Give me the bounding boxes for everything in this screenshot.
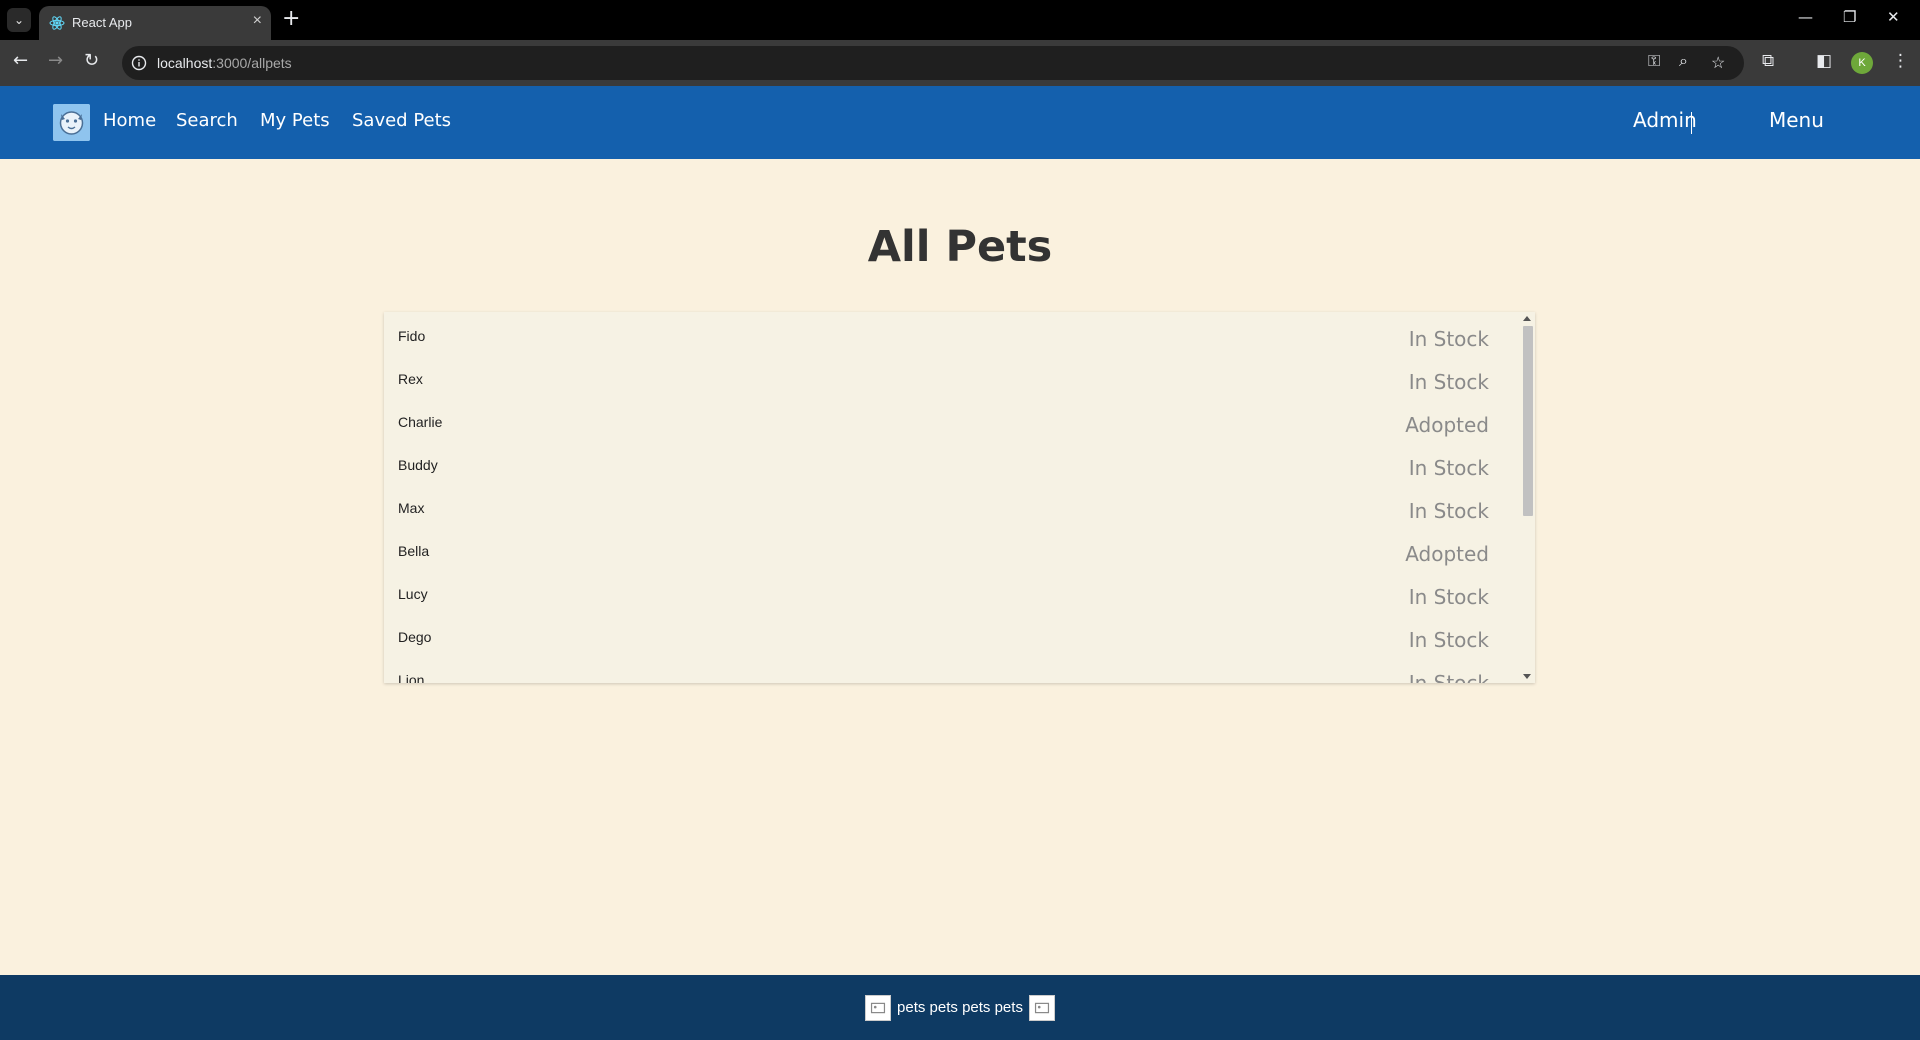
- pet-row[interactable]: Max In Stock: [384, 484, 1520, 527]
- tab-title: React App: [72, 15, 132, 30]
- pet-row[interactable]: Charlie Adopted: [384, 398, 1520, 441]
- pet-name: Buddy: [398, 457, 438, 473]
- extensions-icon[interactable]: ⧉: [1762, 51, 1774, 71]
- pet-name: Dego: [398, 629, 432, 645]
- pet-row[interactable]: Dego In Stock: [384, 613, 1520, 656]
- footer-text: pets pets pets pets: [897, 999, 1023, 1016]
- pet-row[interactable]: Fido In Stock: [384, 312, 1520, 355]
- pet-name: Lucy: [398, 586, 428, 602]
- bookmark-star-icon[interactable]: ☆: [1711, 53, 1725, 73]
- pet-image-icon: [865, 994, 892, 1021]
- page-title: All Pets: [867, 222, 1053, 272]
- nav-search-link[interactable]: Search: [176, 110, 238, 131]
- pet-logo-icon[interactable]: [53, 104, 90, 141]
- pet-name: Max: [398, 500, 425, 516]
- side-panel-icon[interactable]: ◧: [1816, 51, 1832, 71]
- admin-link[interactable]: Admin: [1633, 108, 1697, 132]
- pet-status: Adopted: [1405, 542, 1489, 566]
- pets-list-panel[interactable]: Fido In Stock Rex In Stock Charlie Adopt…: [384, 312, 1535, 683]
- pet-status: In Stock: [1408, 327, 1489, 351]
- password-key-icon[interactable]: ⚿: [1648, 53, 1660, 71]
- pet-name: Bella: [398, 543, 430, 559]
- pet-image-icon: [1028, 994, 1055, 1021]
- reload-icon[interactable]: ↻: [84, 50, 99, 71]
- pet-status: In Stock: [1408, 499, 1489, 523]
- pet-status: Adopted: [1405, 413, 1489, 437]
- browser-tab-bar: ⌄ React App × + — ❐ ✕: [0, 0, 1920, 40]
- pet-row[interactable]: Buddy In Stock: [384, 441, 1520, 484]
- nav-my-pets-link[interactable]: My Pets: [260, 110, 330, 131]
- scroll-thumb[interactable]: [1523, 326, 1533, 516]
- minimize-icon[interactable]: —: [1798, 8, 1813, 26]
- close-window-icon[interactable]: ✕: [1887, 8, 1900, 26]
- pet-name: Rex: [398, 371, 423, 387]
- new-tab-icon[interactable]: +: [282, 6, 300, 31]
- pet-name: Lion: [398, 672, 425, 683]
- pet-row[interactable]: Rex In Stock: [384, 355, 1520, 398]
- pet-name: Fido: [398, 328, 426, 344]
- react-icon: [49, 16, 65, 30]
- list-scrollbar[interactable]: [1520, 312, 1535, 683]
- zoom-icon[interactable]: ⌕: [1679, 53, 1688, 71]
- nav-home-link[interactable]: Home: [103, 110, 156, 131]
- pet-row[interactable]: Lion In Stock: [384, 656, 1520, 683]
- menu-button[interactable]: Menu: [1769, 108, 1824, 132]
- footer: pets pets pets pets: [0, 975, 1920, 1040]
- forward-icon[interactable]: →: [48, 50, 63, 71]
- pet-status: In Stock: [1408, 585, 1489, 609]
- url-text: localhost:3000/allpets: [157, 55, 292, 71]
- app-header: Home Search My Pets Saved Pets Admin Men…: [0, 86, 1920, 159]
- pet-list: Fido In Stock Rex In Stock Charlie Adopt…: [384, 312, 1520, 683]
- address-bar[interactable]: localhost:3000/allpets ⚿ ⌕ ☆: [122, 46, 1744, 80]
- tab-search-icon[interactable]: ⌄: [7, 8, 31, 32]
- back-icon[interactable]: ←: [13, 50, 28, 71]
- pet-row[interactable]: Bella Adopted: [384, 527, 1520, 570]
- pet-row[interactable]: Lucy In Stock: [384, 570, 1520, 613]
- pet-name: Charlie: [398, 414, 443, 430]
- text-cursor: [1691, 112, 1692, 134]
- restore-icon[interactable]: ❐: [1843, 8, 1856, 26]
- pet-status: In Stock: [1408, 628, 1489, 652]
- pet-status: In Stock: [1408, 370, 1489, 394]
- nav-saved-pets-link[interactable]: Saved Pets: [352, 110, 451, 131]
- profile-avatar[interactable]: K: [1851, 52, 1873, 74]
- browser-toolbar: ← → ↻ localhost:3000/allpets ⚿ ⌕ ☆ ⧉ ◧ K…: [0, 40, 1920, 86]
- scroll-up-icon[interactable]: [1523, 316, 1531, 321]
- site-info-icon[interactable]: [130, 54, 148, 72]
- pet-status: In Stock: [1408, 671, 1489, 683]
- more-menu-icon[interactable]: ⋮: [1892, 51, 1909, 71]
- browser-tab[interactable]: React App ×: [39, 6, 271, 40]
- close-tab-icon[interactable]: ×: [253, 12, 262, 30]
- scroll-down-icon[interactable]: [1523, 674, 1531, 679]
- pet-status: In Stock: [1408, 456, 1489, 480]
